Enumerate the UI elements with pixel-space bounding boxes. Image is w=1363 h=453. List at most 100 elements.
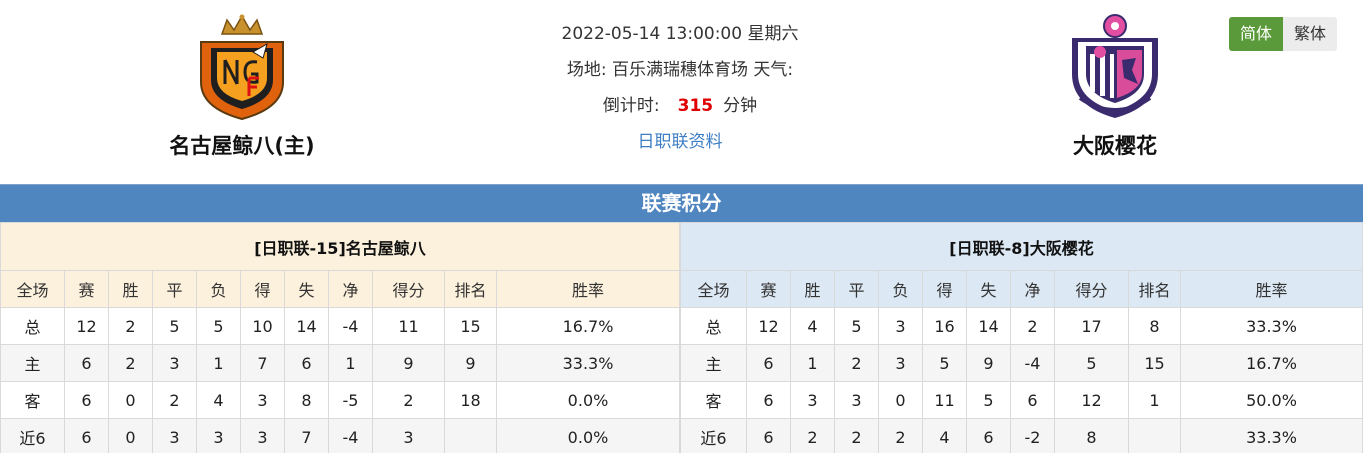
table-cell: 9 — [372, 344, 445, 382]
table-cell: 1 — [790, 344, 835, 382]
table-cell: 6 — [966, 418, 1011, 453]
table-row: 总 12 4 5 3 16 14 2 17 8 33.3% — [680, 307, 1363, 345]
venue-name: 百乐满瑞穗体育场 — [612, 60, 748, 80]
table-cell: 9 — [966, 344, 1011, 382]
column-header: 赛 — [64, 270, 109, 308]
column-header: 平 — [834, 270, 879, 308]
table-cell: 1 — [328, 344, 373, 382]
lang-simplified-button[interactable]: 简体 — [1229, 17, 1283, 51]
cerezo-osaka-crest-icon — [1072, 14, 1158, 118]
table-cell: 3 — [152, 344, 197, 382]
row-label: 总 — [680, 307, 747, 345]
table-cell: 3 — [790, 381, 835, 419]
row-label: 主 — [0, 344, 65, 382]
column-header: 排名 — [1128, 270, 1181, 308]
table-cell: -4 — [328, 307, 373, 345]
away-team: 大阪樱花 — [1015, 12, 1215, 160]
table-cell: 14 — [966, 307, 1011, 345]
table-cell: 0 — [108, 418, 153, 453]
away-standings-header: [日职联-8]大阪樱花 — [680, 222, 1363, 271]
countdown-label: 倒计时: — [602, 96, 660, 116]
row-label: 客 — [0, 381, 65, 419]
table-cell: 50.0% — [1180, 381, 1363, 419]
home-team: 名古屋鲸八(主) — [142, 12, 342, 160]
column-header: 得分 — [372, 270, 445, 308]
table-cell: 3 — [372, 418, 445, 453]
table-cell: -4 — [1010, 344, 1055, 382]
row-label: 总 — [0, 307, 65, 345]
countdown-line: 倒计时: 315 分钟 — [480, 90, 880, 126]
table-cell: 2 — [108, 307, 153, 345]
home-standings-body: 总 12 2 5 5 10 14 -4 11 15 16.7% 主 6 2 3 1 7 6 1 9 9 33.3% 客 6 0 2… — [0, 307, 680, 453]
table-cell: 10 — [240, 307, 285, 345]
column-header: 胜 — [108, 270, 153, 308]
column-header: 负 — [878, 270, 923, 308]
table-row: 总 12 2 5 5 10 14 -4 11 15 16.7% — [0, 307, 680, 345]
table-cell: 5 — [152, 307, 197, 345]
table-cell: 6 — [746, 418, 791, 453]
home-column-headers: 全场赛胜平负得失净得分 排名 胜率 — [0, 270, 680, 308]
table-cell: -2 — [1010, 418, 1055, 453]
table-cell: 3 — [834, 381, 879, 419]
column-header: 失 — [966, 270, 1011, 308]
away-column-headers: 全场赛胜平负得失净得分 排名 胜率 — [680, 270, 1363, 308]
table-cell: 33.3% — [1180, 307, 1363, 345]
table-row: 客 6 0 2 4 3 8 -5 2 18 0.0% — [0, 381, 680, 419]
table-cell: 18 — [444, 381, 497, 419]
table-cell: 1 — [196, 344, 241, 382]
match-info: 2022-05-14 13:00:00 星期六 场地: 百乐满瑞穗体育场 天气:… — [480, 18, 880, 162]
table-cell: 16 — [922, 307, 967, 345]
lang-traditional-button[interactable]: 繁体 — [1283, 17, 1337, 51]
table-cell: 15 — [444, 307, 497, 345]
column-header: 净 — [1010, 270, 1055, 308]
countdown-value: 315 — [677, 96, 714, 116]
table-cell: 5 — [922, 344, 967, 382]
table-cell: 9 — [444, 344, 497, 382]
table-cell: 11 — [922, 381, 967, 419]
table-cell: 12 — [1054, 381, 1129, 419]
column-header: 胜率 — [1180, 270, 1363, 308]
table-cell: 2 — [152, 381, 197, 419]
venue-label: 场地: — [566, 60, 607, 80]
table-cell: 33.3% — [496, 344, 680, 382]
table-cell: 2 — [108, 344, 153, 382]
column-header: 负 — [196, 270, 241, 308]
away-standings-table: [日职联-8]大阪樱花 全场赛胜平负得失净得分 排名 胜率 总 12 4 5 3 16 14 2 1… — [680, 222, 1363, 453]
table-cell: 2 — [1010, 307, 1055, 345]
table-cell: 11 — [372, 307, 445, 345]
home-standings-table: [日职联-15]名古屋鲸八 全场赛胜平负得失净得分 排名 胜率 总 12 2 5 5 10 14… — [0, 222, 680, 453]
table-row: 主 6 2 3 1 7 6 1 9 9 33.3% — [0, 344, 680, 382]
league-info-link[interactable]: 日职联资料 — [638, 132, 723, 152]
table-row: 主 6 1 2 3 5 9 -4 5 15 16.7% — [680, 344, 1363, 382]
table-cell: -5 — [328, 381, 373, 419]
table-cell: 6 — [284, 344, 329, 382]
table-cell: 12 — [746, 307, 791, 345]
table-cell: 4 — [922, 418, 967, 453]
table-cell: 14 — [284, 307, 329, 345]
section-title-standings: 联赛积分 — [0, 184, 1363, 222]
table-cell: 7 — [284, 418, 329, 453]
table-cell: 6 — [64, 381, 109, 419]
language-switch: 简体 繁体 — [1229, 17, 1337, 51]
table-cell: 2 — [790, 418, 835, 453]
table-cell: 6 — [746, 344, 791, 382]
column-header: 全场 — [680, 270, 747, 308]
countdown-unit: 分钟 — [723, 96, 758, 116]
table-cell: 6 — [64, 418, 109, 453]
column-header: 失 — [284, 270, 329, 308]
column-header: 排名 — [444, 270, 497, 308]
table-cell — [1128, 418, 1181, 453]
table-cell — [444, 418, 497, 453]
table-cell: 0 — [878, 381, 923, 419]
table-cell: 17 — [1054, 307, 1129, 345]
table-cell: 4 — [790, 307, 835, 345]
table-cell: -4 — [328, 418, 373, 453]
table-cell: 12 — [64, 307, 109, 345]
row-label: 近6 — [680, 418, 747, 453]
row-label: 近6 — [0, 418, 65, 453]
column-header: 胜 — [790, 270, 835, 308]
column-header: 得分 — [1054, 270, 1129, 308]
table-cell: 5 — [1054, 344, 1129, 382]
table-cell: 2 — [878, 418, 923, 453]
home-standings-header: [日职联-15]名古屋鲸八 — [0, 222, 680, 271]
